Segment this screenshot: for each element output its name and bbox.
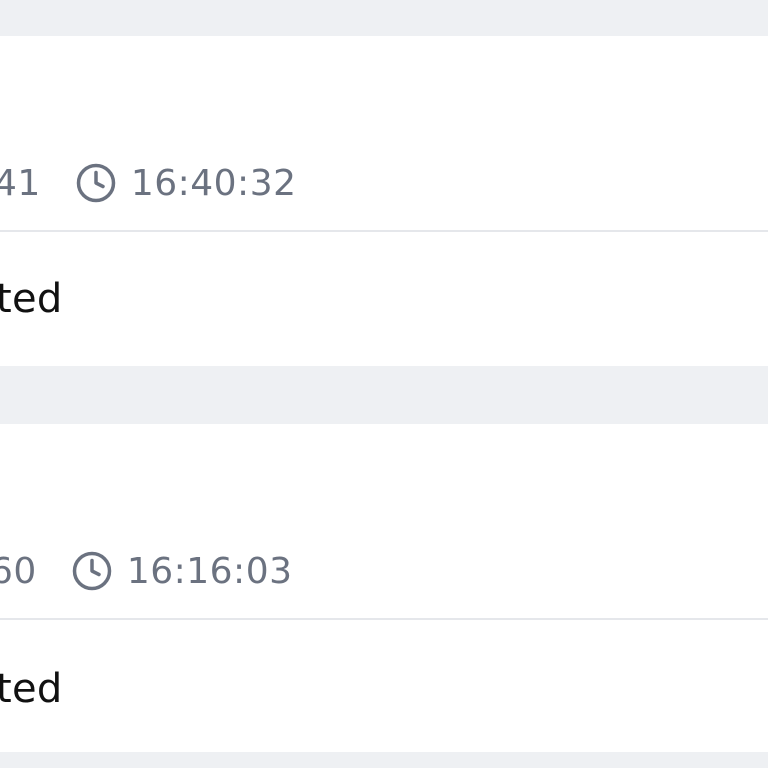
item-status: ted (0, 666, 63, 712)
item-meta-row: 41 16:40:32 (0, 158, 297, 208)
item-id: 60 (0, 550, 37, 592)
list-item[interactable]: 60 16:16:03 ted (0, 424, 768, 752)
item-time: 16:40:32 (130, 162, 297, 204)
item-status: ted (0, 276, 63, 322)
item-time: 16:16:03 (126, 550, 293, 592)
item-id: 41 (0, 162, 41, 204)
clock-icon (71, 550, 113, 592)
order-list: 41 16:40:32 ted 60 16:16:03 ted (0, 0, 768, 768)
clock-icon (75, 162, 117, 204)
list-item[interactable]: 41 16:40:32 ted (0, 36, 768, 366)
divider (0, 230, 768, 232)
divider (0, 618, 768, 620)
item-meta-row: 60 16:16:03 (0, 546, 293, 596)
